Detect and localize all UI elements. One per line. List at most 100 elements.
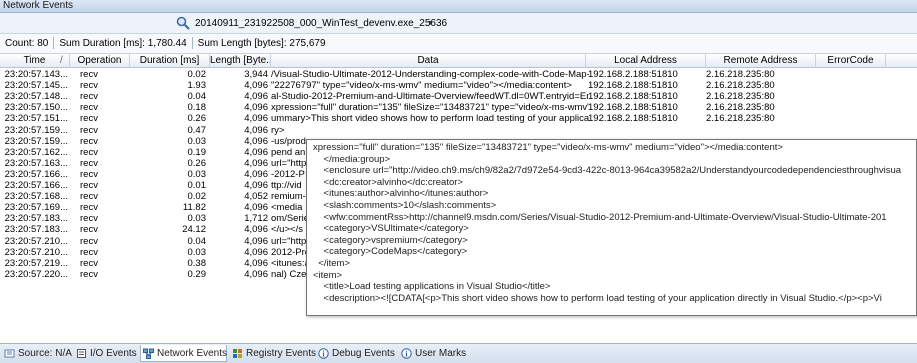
cell-length: 1,712: [244, 213, 268, 225]
column-header-remote-address[interactable]: Remote Address: [706, 54, 816, 68]
cell-duration: 0.03: [187, 135, 207, 147]
tooltip-line: <category>vspremium</category>: [313, 234, 468, 246]
cell-length: 3,944: [244, 69, 268, 80]
cell-local-address: 192.168.2.188:51810: [588, 113, 678, 125]
cell-time: 23:20:57.166...: [4, 168, 68, 180]
cell-length: 4,096: [244, 246, 268, 258]
cell-duration: 0.03: [187, 213, 207, 225]
length-summary: Sum Length [bytes]: 275,679: [197, 38, 326, 49]
column-header-local-address[interactable]: Local Address: [586, 54, 706, 68]
cell-data: /Visual-Studio-Ultimate-2012-Understandi…: [271, 69, 589, 80]
cell-time: 23:20:57.219...: [4, 257, 68, 269]
cell-duration: 0.38: [187, 257, 207, 269]
duration-summary: Sum Duration [ms]: 1,780.44: [59, 38, 187, 49]
cell-time: 23:20:57.183...: [4, 213, 68, 225]
cell-time: 23:20:57.210...: [4, 235, 68, 247]
table-row[interactable]: 23:20:57.143... recv 0.02 3,944/Visual-Stud…: [0, 69, 917, 80]
cell-operation: recv: [80, 102, 98, 114]
trace-dropdown[interactable]: 20140911_231922508_000_WinTest_devenv.ex…: [193, 16, 447, 31]
cell-time: 23:20:57.159...: [4, 135, 68, 147]
cell-length: 4,096: [244, 135, 268, 147]
info-icon: i: [401, 348, 412, 359]
cell-operation: recv: [80, 135, 98, 147]
tooltip-line: <wfw:commentRss>http://channel9.msdn.com…: [313, 211, 887, 223]
tooltip-line: <description><![CDATA[<p>This short vide…: [313, 292, 882, 304]
cell-time: 23:20:57.220...: [4, 268, 68, 280]
cell-time: 23:20:57.162...: [4, 146, 68, 158]
cell-local-address: 192.168.2.188:51810: [588, 91, 678, 103]
cell-length: 4,096: [244, 146, 268, 158]
tab-registry-events[interactable]: Registry Events: [230, 345, 316, 362]
cell-length: 4,096: [244, 102, 268, 114]
chevron-down-icon[interactable]: ▼: [427, 16, 434, 31]
cell-time: 23:20:57.143...: [4, 69, 68, 80]
cell-time: 23:20:57.169...: [4, 202, 68, 214]
cell-time: 23:20:57.148...: [4, 91, 68, 103]
window-title: Network Events: [0, 0, 917, 13]
cell-operation: recv: [80, 91, 98, 103]
data-tooltip: xpression="full" duration="135" fileSize…: [306, 139, 917, 316]
cell-local-address: 192.168.2.188:51810: [588, 80, 678, 92]
registry-icon: [233, 349, 242, 358]
cell-operation: recv: [80, 257, 98, 269]
cell-duration: 0.26: [187, 157, 207, 169]
tab-user-marks[interactable]: i User Marks: [399, 345, 466, 362]
cell-time: 23:20:57.150...: [4, 102, 68, 114]
column-header-operation[interactable]: Operation: [70, 54, 130, 68]
cell-duration: 0.03: [187, 246, 207, 258]
column-header-length[interactable]: Length [Byte...: [210, 54, 271, 68]
cell-length: 4,096: [244, 257, 268, 269]
cell-length: 4,096: [244, 268, 268, 280]
cell-operation: recv: [80, 69, 98, 80]
tab-network-events[interactable]: Network Events: [140, 345, 227, 362]
table-row[interactable]: 23:20:57.148... recv 0.04 4,096 al-Studio-20…: [0, 91, 917, 102]
cell-remote-address: 2.16.218.235:80: [706, 91, 775, 103]
cell-time: 23:20:57.151...: [4, 113, 68, 125]
cell-operation: recv: [80, 268, 98, 280]
cell-operation: recv: [80, 180, 98, 191]
cell-length: 4,052: [244, 191, 268, 203]
cell-duration: 0.29: [187, 268, 207, 280]
cell-length: 4,096: [244, 157, 268, 169]
cell-operation: recv: [80, 168, 98, 180]
cell-data: xpression="full" duration="135" fileSize…: [271, 102, 589, 114]
cell-operation: recv: [80, 246, 98, 258]
table-row[interactable]: 23:20:57.150... recv 0.18 4,096 xpression="f…: [0, 102, 917, 113]
tooltip-line: </media:group>: [313, 153, 391, 165]
cell-length: 4,096: [244, 113, 268, 125]
cell-duration: 0.04: [187, 91, 207, 103]
tab-source[interactable]: Source: N/A: [2, 345, 72, 362]
column-header-time[interactable]: Time /: [0, 54, 70, 68]
count-summary: Count: 80: [5, 38, 49, 49]
cell-length: 4,096: [244, 202, 268, 214]
column-header-error-code[interactable]: ErrorCode: [816, 54, 886, 68]
tooltip-line: <slash:comments>10</slash:comments>: [313, 199, 497, 211]
tab-io-events[interactable]: I/O Events: [74, 345, 137, 362]
cell-remote-address: 2.16.218.235:80: [706, 113, 775, 125]
cell-local-address: 192.168.2.188:51810: [588, 102, 678, 114]
cell-data: ry>: [271, 124, 285, 136]
cell-operation: recv: [80, 213, 98, 225]
tooltip-line: <dc:creator>alvinho</dc:creator>: [313, 176, 463, 188]
cell-time: 23:20:57.145...: [4, 80, 68, 92]
tooltip-line: xpression="full" duration="135" fileSize…: [313, 142, 783, 153]
tooltip-line: <category>VSUltimate</category>: [313, 223, 469, 235]
search-icon[interactable]: [176, 16, 190, 30]
cell-operation: recv: [80, 191, 98, 203]
cell-time: 23:20:57.183...: [4, 224, 68, 236]
table-row[interactable]: 23:20:57.151... recv 0.26 4,096 ummary>This …: [0, 113, 917, 124]
cell-length: 4,096: [244, 80, 268, 92]
tooltip-line: <item>: [313, 269, 343, 281]
column-header-duration[interactable]: Duration [ms]: [130, 54, 210, 68]
column-header-data[interactable]: Data: [271, 54, 586, 68]
io-icon: [77, 349, 86, 358]
cell-data: al-Studio-2012-Premium-and-Ultimate-Over…: [271, 91, 589, 103]
tab-debug-events[interactable]: i Debug Events: [316, 345, 395, 362]
summary-bar: Count: 80 Sum Duration [ms]: 1,780.44 Sum …: [0, 34, 917, 54]
cell-remote-address: 2.16.218.235:80: [706, 69, 775, 80]
table-row[interactable]: 23:20:57.145... recv 1.93 4,096 "22276797" t…: [0, 80, 917, 91]
trace-selector-bar: 20140911_231922508_000_WinTest_devenv.ex…: [0, 13, 917, 34]
cell-remote-address: 2.16.218.235:80: [706, 80, 775, 92]
table-row[interactable]: 23:20:57.159... recv 0.47 4,096 ry>: [0, 125, 917, 136]
cell-remote-address: 2.16.218.235:80: [706, 102, 775, 114]
